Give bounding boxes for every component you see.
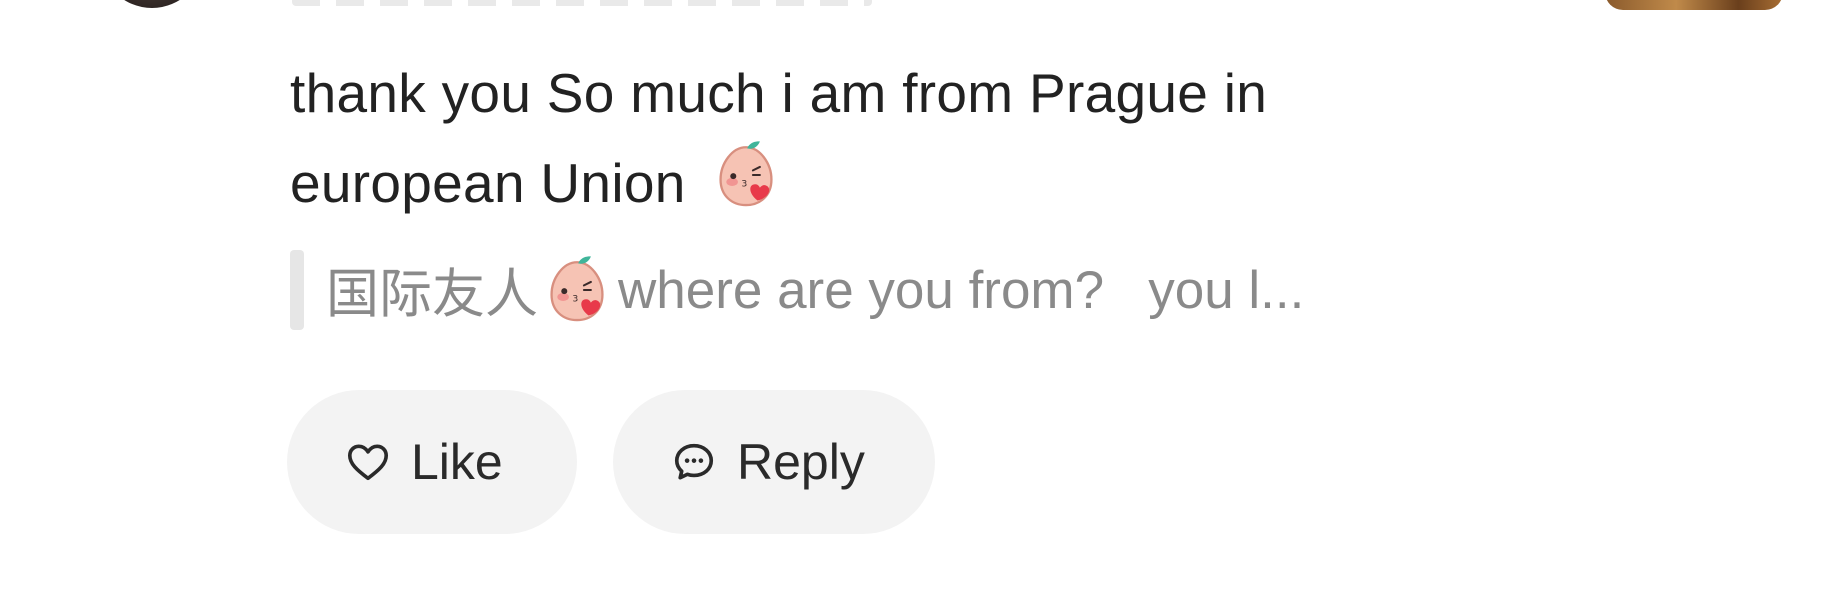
svg-text:3: 3 bbox=[572, 294, 578, 305]
commenter-avatar[interactable] bbox=[100, 0, 204, 8]
like-label: Like bbox=[411, 434, 503, 490]
blushing-peach-emoji: 3 bbox=[719, 141, 773, 207]
heart-outline-icon bbox=[347, 444, 389, 481]
quoted-reply-body: where are you from? you l... bbox=[618, 260, 1305, 320]
quoted-reply-text: 国际友人 3 where are you from? you l... bbox=[326, 252, 1304, 328]
comment-line-2: european Union 3 bbox=[290, 138, 1540, 228]
comment-header bbox=[292, 0, 872, 6]
quote-bar bbox=[290, 250, 304, 330]
blushing-peach-emoji: 3 bbox=[550, 256, 604, 322]
post-thumbnail[interactable] bbox=[1605, 0, 1783, 10]
comment-text: thank you So much i am from Prague in eu… bbox=[290, 48, 1540, 228]
quoted-reply-author: 国际友人 bbox=[326, 265, 538, 324]
comment-line-1: thank you So much i am from Prague in bbox=[290, 62, 1268, 124]
comment-actions: Like Reply bbox=[287, 390, 935, 534]
comment-line-2-text: european Union bbox=[290, 152, 686, 214]
comment-card: thank you So much i am from Prague in eu… bbox=[0, 0, 1846, 600]
chat-bubble-icon bbox=[674, 443, 714, 480]
like-button[interactable]: Like bbox=[287, 390, 577, 534]
reply-label: Reply bbox=[737, 434, 865, 490]
quoted-reply[interactable]: 国际友人 3 where are you from? you l... bbox=[290, 250, 1304, 330]
reply-button[interactable]: Reply bbox=[613, 390, 935, 534]
svg-text:3: 3 bbox=[742, 179, 748, 190]
